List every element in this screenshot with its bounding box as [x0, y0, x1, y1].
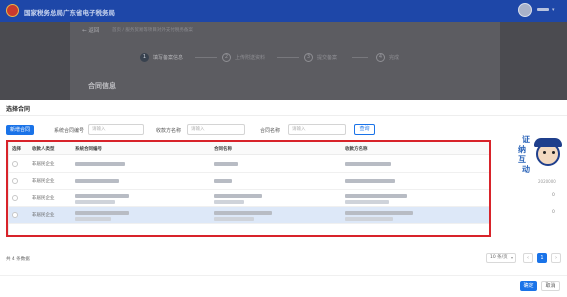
mascot-hat-icon — [534, 138, 562, 147]
progress-steps: 1 填写备案信息 2 上传附送资料 3 提交备案 4 完成 — [140, 53, 430, 63]
chat-bubble: 证 纳 互 动 — [518, 135, 530, 174]
redacted-payee-name — [345, 162, 391, 166]
back-link[interactable]: ← 返回 — [82, 26, 99, 34]
row-radio[interactable] — [12, 161, 18, 167]
redacted-payee-name-2 — [345, 200, 389, 204]
payee-name-input[interactable]: 请输入 — [187, 124, 245, 135]
query-button[interactable]: 查询 — [354, 124, 375, 135]
amount-value: 2020000 — [538, 179, 556, 184]
redacted-contract-name-2 — [214, 217, 254, 221]
filter-label-contract-name: 合同名称 — [260, 128, 281, 134]
add-contract-button[interactable]: 新增合同 — [6, 125, 34, 135]
row-radio[interactable] — [12, 178, 18, 184]
prev-page-button[interactable]: ‹ — [523, 253, 533, 263]
redacted-contract-number-2 — [75, 200, 115, 204]
filter-label-contract-number: 系统合同编号 — [54, 128, 85, 134]
page-size-select[interactable]: 10 条/页 ▾ — [486, 253, 516, 263]
column-header-payee-type: 收款人类型 — [32, 147, 55, 152]
divider — [0, 115, 567, 116]
column-header-contract-name: 合同名称 — [214, 147, 232, 152]
payee-type-cell: 非居民企业 — [32, 162, 55, 167]
redacted-contract-number — [75, 162, 125, 166]
mascot-eye-icon — [543, 151, 546, 154]
confirm-button[interactable]: 确定 — [520, 281, 537, 291]
filter-label-payee-name: 收款方名称 — [156, 128, 182, 134]
contract-table: 选择 收款人类型 系统合同编号 合同名称 收款方名称 非居民企业 非居民企业 非… — [8, 141, 490, 236]
footer-divider — [0, 275, 567, 276]
tax-bureau-logo — [6, 4, 19, 17]
redacted-payee-name — [345, 211, 413, 215]
row-radio[interactable] — [12, 212, 18, 218]
redacted-contract-name-2 — [214, 200, 244, 204]
redacted-payee-name — [345, 194, 407, 198]
service-mascot-widget[interactable]: 证 纳 互 动 — [514, 134, 564, 176]
table-row-selected[interactable]: 非居民企业 — [9, 207, 489, 224]
column-header-select: 选择 — [12, 147, 21, 152]
redacted-contract-number — [75, 194, 129, 198]
row-radio[interactable] — [12, 195, 18, 201]
amount-zero: 0 — [552, 193, 555, 198]
mascot-eye-icon — [552, 151, 555, 154]
next-page-button[interactable]: › — [551, 253, 561, 263]
select-contract-dialog: 选择合同 新增合同 系统合同编号 请输入 收款方名称 请输入 合同名称 请输入 … — [0, 100, 567, 297]
section-title: 合同信息 — [88, 82, 116, 90]
user-name-placeholder[interactable] — [537, 8, 549, 11]
chevron-down-icon: ▾ — [510, 255, 513, 260]
pagination-total: 共 4 条数据 — [6, 257, 30, 262]
redacted-contract-number — [75, 179, 119, 183]
redacted-payee-name-2 — [345, 217, 393, 221]
amount-zero: 0 — [552, 210, 555, 215]
table-row[interactable]: 非居民企业 — [9, 173, 489, 190]
chevron-down-icon[interactable]: ▾ — [552, 7, 555, 13]
current-page-button[interactable]: 1 — [537, 253, 547, 263]
redacted-contract-name — [214, 162, 238, 166]
column-header-payee-name: 收款方名称 — [345, 147, 368, 152]
table-header: 选择 收款人类型 系统合同编号 合同名称 收款方名称 — [9, 142, 489, 155]
breadcrumb: 首页 / 服务贸易等项目对外支付税务备案 — [112, 28, 193, 33]
payee-type-cell: 非居民企业 — [32, 196, 55, 201]
table-row[interactable]: 非居民企业 — [9, 190, 489, 207]
redacted-contract-number — [75, 211, 129, 215]
top-header-bar: 国家税务总局广东省电子税务局 ▾ — [0, 0, 567, 22]
dialog-title: 选择合同 — [6, 106, 31, 113]
cancel-button[interactable]: 取消 — [541, 281, 560, 291]
avatar[interactable] — [518, 3, 532, 17]
payee-type-cell: 非居民企业 — [32, 179, 55, 184]
redacted-contract-name — [214, 179, 232, 183]
redacted-contract-name — [214, 194, 262, 198]
column-header-contract-number: 系统合同编号 — [75, 147, 102, 152]
payee-type-cell: 非居民企业 — [32, 213, 55, 218]
redacted-contract-name — [214, 211, 272, 215]
app-title: 国家税务总局广东省电子税务局 — [24, 9, 115, 17]
redacted-contract-number-2 — [75, 217, 111, 221]
contract-number-input[interactable]: 请输入 — [88, 124, 144, 135]
table-row[interactable]: 非居民企业 — [9, 156, 489, 173]
contract-name-input[interactable]: 请输入 — [288, 124, 346, 135]
redacted-payee-name — [345, 179, 395, 183]
page-size-value: 10 条/页 — [490, 255, 508, 260]
